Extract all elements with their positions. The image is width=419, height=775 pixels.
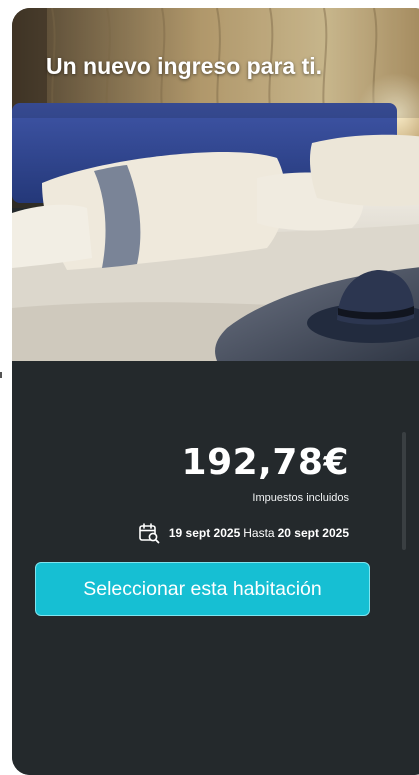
tax-note: Impuestos incluidos: [252, 492, 349, 504]
adjacent-card-edge: [402, 432, 406, 550]
calendar-search-icon: [139, 523, 160, 544]
page-edge-mark: [0, 372, 2, 378]
room-price: 192,78€: [181, 442, 349, 483]
price-block: 192,78€ Impuestos incluidos: [181, 442, 349, 505]
room-offer-card: Un nuevo ingreso para ti.: [12, 8, 419, 775]
select-room-button[interactable]: Seleccionar esta habitación: [35, 562, 370, 616]
hero-title: Un nuevo ingreso para ti.: [46, 53, 323, 79]
date-separator: Hasta: [243, 526, 275, 540]
room-photo: Un nuevo ingreso para ti.: [12, 8, 419, 361]
stay-dates: 19 sept 2025 Hasta 20 sept 2025: [138, 522, 349, 544]
date-from: 19 sept 2025: [168, 526, 241, 540]
date-to: 20 sept 2025: [277, 526, 349, 540]
